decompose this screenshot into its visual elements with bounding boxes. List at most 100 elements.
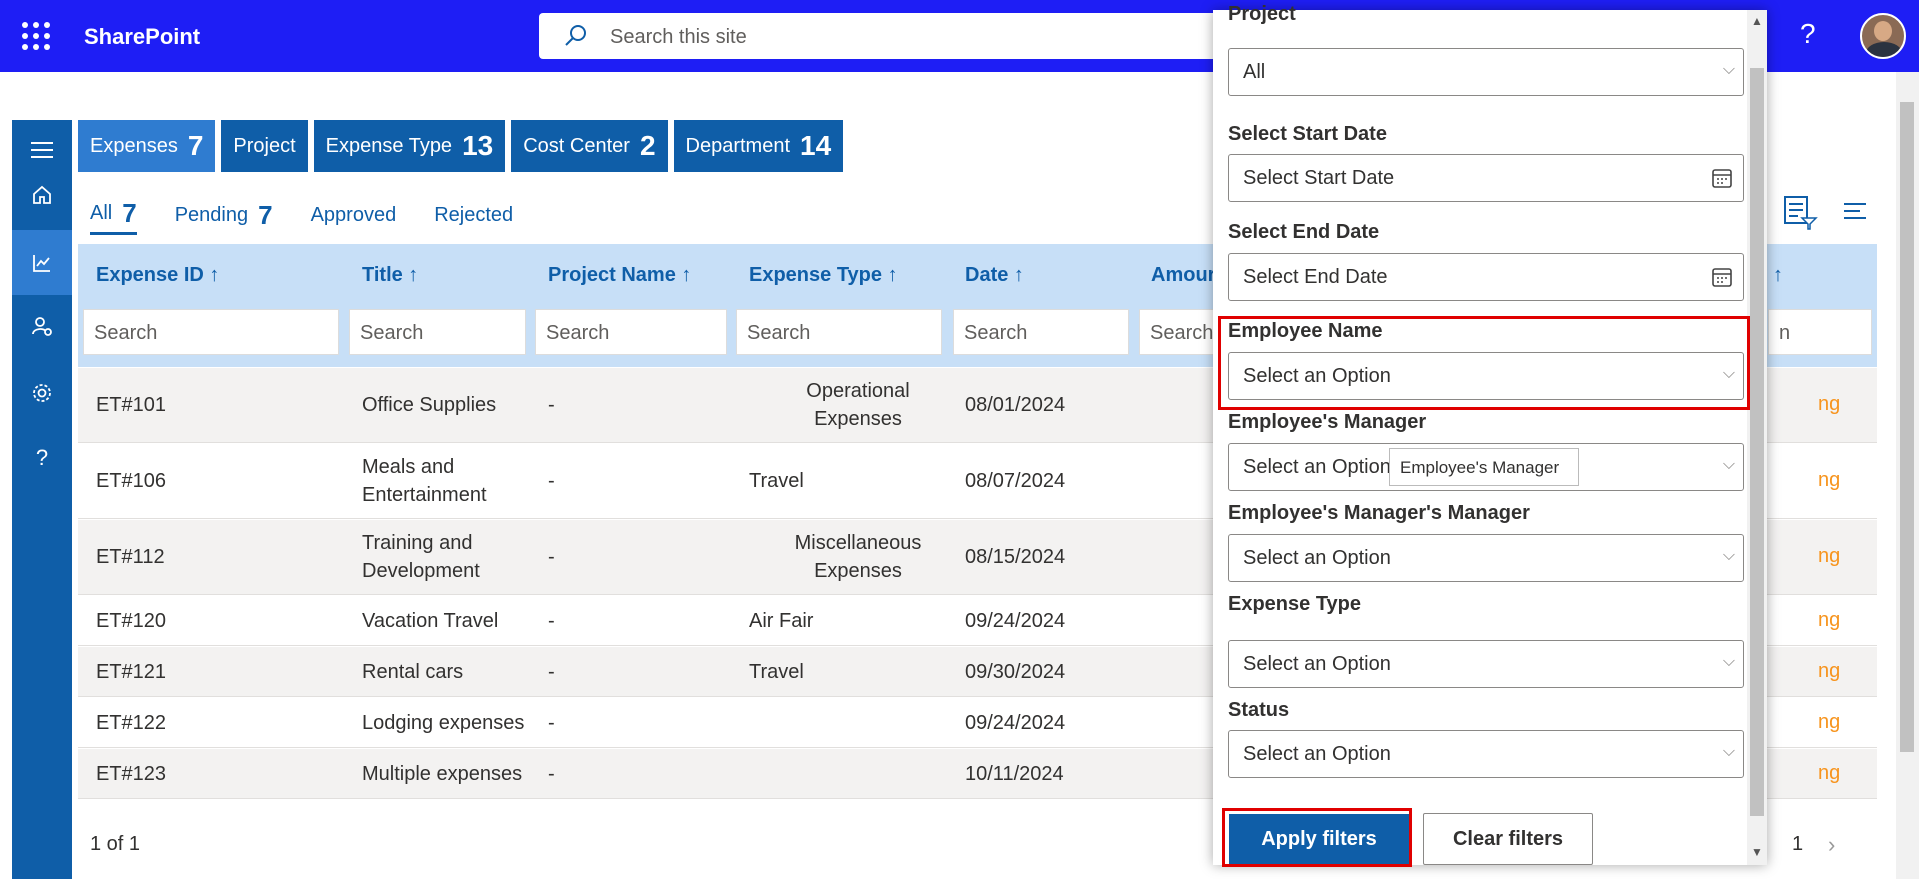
chevron-down-icon: ⌵ — [1722, 653, 1735, 670]
scroll-up-icon[interactable]: ▲ — [1751, 14, 1763, 28]
tab-expenses[interactable]: Expenses 7 — [78, 120, 216, 172]
start-date-picker[interactable]: Select Start Date — [1228, 154, 1744, 202]
end-date-label: Select End Date — [1228, 221, 1380, 243]
site-search-box[interactable]: Search this site — [539, 13, 1259, 59]
status-badge: ng — [1818, 660, 1841, 682]
page-number[interactable]: 1 — [1792, 833, 1803, 856]
calendar-icon[interactable] — [1711, 266, 1733, 288]
chevron-down-icon: ⌵ — [1722, 456, 1735, 473]
cell-expense-id: ET#112 — [96, 546, 165, 568]
managers-manager-dropdown[interactable]: Select an Option ⌵ — [1228, 534, 1744, 582]
apply-filters-button[interactable]: Apply filters — [1229, 814, 1409, 864]
cell-title: Meals and Entertainment — [362, 456, 487, 506]
search-project-name[interactable]: Search — [535, 309, 727, 355]
cell-date: 09/24/2024 — [965, 610, 1066, 632]
managers-manager-label: Employee's Manager's Manager — [1228, 502, 1530, 524]
search-expense-type[interactable]: Search — [736, 309, 942, 355]
home-icon[interactable] — [12, 165, 72, 225]
project-filter-label: Project — [1228, 3, 1296, 25]
reports-chart-icon[interactable] — [12, 230, 72, 295]
end-date-picker[interactable]: Select End Date — [1228, 253, 1744, 301]
col-amount[interactable]: Amour — [1151, 264, 1215, 287]
cell-date: 08/01/2024 — [965, 394, 1066, 416]
cell-expense-id: ET#122 — [96, 712, 167, 734]
tab-project[interactable]: Project — [221, 120, 308, 172]
cell-expense-id: ET#120 — [96, 610, 167, 632]
expense-type-dropdown[interactable]: Select an Option ⌵ — [1228, 640, 1744, 688]
gear-icon[interactable] — [12, 363, 72, 423]
col-project-name[interactable]: Project Name ↑ — [548, 264, 691, 287]
cell-expense-type: Air Fair — [749, 610, 814, 632]
help-icon[interactable]: ? — [1800, 18, 1816, 50]
sort-lines-icon[interactable] — [1844, 202, 1868, 222]
col-expense-type[interactable]: Expense Type ↑ — [749, 264, 898, 287]
search-expense-id[interactable]: Search — [83, 309, 339, 355]
chevron-right-icon[interactable]: › — [1828, 832, 1835, 858]
chevron-down-icon: ⌵ — [1722, 547, 1735, 564]
page-scrollbar[interactable] — [1896, 72, 1919, 879]
employee-manager-label: Employee's Manager — [1228, 411, 1427, 433]
cell-project: - — [548, 763, 555, 785]
cell-title: Rental cars — [362, 661, 464, 683]
col-status-sort[interactable]: ↑ — [1773, 264, 1783, 287]
calendar-icon[interactable] — [1711, 167, 1733, 189]
cell-expense-type: Operational Expenses — [806, 380, 910, 430]
status-dropdown[interactable]: Select an Option ⌵ — [1228, 730, 1744, 778]
cell-title: Vacation Travel — [362, 610, 499, 632]
cell-expense-type: Travel — [749, 661, 804, 683]
status-badge: ng — [1818, 393, 1841, 415]
cell-date: 09/30/2024 — [965, 661, 1066, 683]
col-title[interactable]: Title ↑ — [362, 264, 418, 287]
search-placeholder: Search this site — [610, 26, 747, 48]
cell-expense-type: Travel — [749, 470, 804, 492]
scroll-down-icon[interactable]: ▼ — [1751, 845, 1763, 859]
clear-filters-button[interactable]: Clear filters — [1423, 813, 1593, 865]
tab-all[interactable]: All 7 — [90, 195, 137, 235]
search-icon — [565, 25, 586, 46]
app-launcher-icon[interactable] — [22, 22, 50, 50]
employee-name-highlight — [1218, 316, 1750, 410]
search-date[interactable]: Search — [953, 309, 1129, 355]
cell-title: Multiple expenses — [362, 763, 523, 785]
help-nav-icon[interactable]: ? — [12, 428, 72, 488]
cell-project: - — [548, 546, 555, 568]
status-badge: ng — [1818, 762, 1841, 784]
page-info: 1 of 1 — [90, 833, 141, 855]
expense-type-label: Expense Type — [1228, 593, 1362, 615]
tab-expense-type[interactable]: Expense Type 13 — [313, 120, 506, 172]
col-date[interactable]: Date ↑ — [965, 264, 1024, 287]
tab-rejected[interactable]: Rejected — [434, 195, 513, 235]
cell-project: - — [548, 712, 555, 734]
cell-project: - — [548, 394, 555, 416]
avatar[interactable] — [1860, 13, 1906, 59]
cell-expense-type: Miscellaneous Expenses — [794, 532, 922, 582]
cell-title: Office Supplies — [362, 394, 497, 416]
cell-date: 08/15/2024 — [965, 546, 1066, 568]
panel-scrollbar[interactable]: ▲ ▼ — [1747, 10, 1767, 865]
filter-list-icon[interactable] — [1782, 194, 1818, 230]
search-status[interactable]: n — [1768, 309, 1872, 355]
status-tabs: All 7 Pending 7 Approved Rejected — [90, 195, 513, 235]
tab-cost-center[interactable]: Cost Center 2 — [511, 120, 668, 172]
brand-title[interactable]: SharePoint — [84, 24, 200, 50]
cell-date: 10/11/2024 — [965, 763, 1064, 785]
manager-tooltip: Employee's Manager — [1389, 448, 1579, 486]
cell-expense-id: ET#106 — [96, 470, 167, 492]
status-badge: ng — [1818, 711, 1841, 733]
project-dropdown[interactable]: All ⌵ — [1228, 48, 1744, 96]
col-expense-id[interactable]: Expense ID ↑ — [96, 264, 219, 287]
cell-expense-id: ET#101 — [96, 394, 167, 416]
left-navigation: ? — [12, 120, 72, 879]
search-title[interactable]: Search — [349, 309, 526, 355]
cell-expense-id: ET#123 — [96, 763, 167, 785]
start-date-label: Select Start Date — [1228, 123, 1387, 145]
status-badge: ng — [1818, 545, 1841, 567]
cell-project: - — [548, 470, 555, 492]
tab-approved[interactable]: Approved — [311, 195, 397, 235]
user-settings-icon[interactable] — [12, 296, 72, 356]
search-amount[interactable]: Search — [1139, 309, 1219, 355]
tab-pending[interactable]: Pending 7 — [175, 195, 273, 235]
status-filter-label: Status — [1228, 699, 1290, 721]
entity-tabs: Expenses 7 Project Expense Type 13 Cost Ce… — [78, 120, 844, 172]
tab-department[interactable]: Department 14 — [673, 120, 844, 172]
